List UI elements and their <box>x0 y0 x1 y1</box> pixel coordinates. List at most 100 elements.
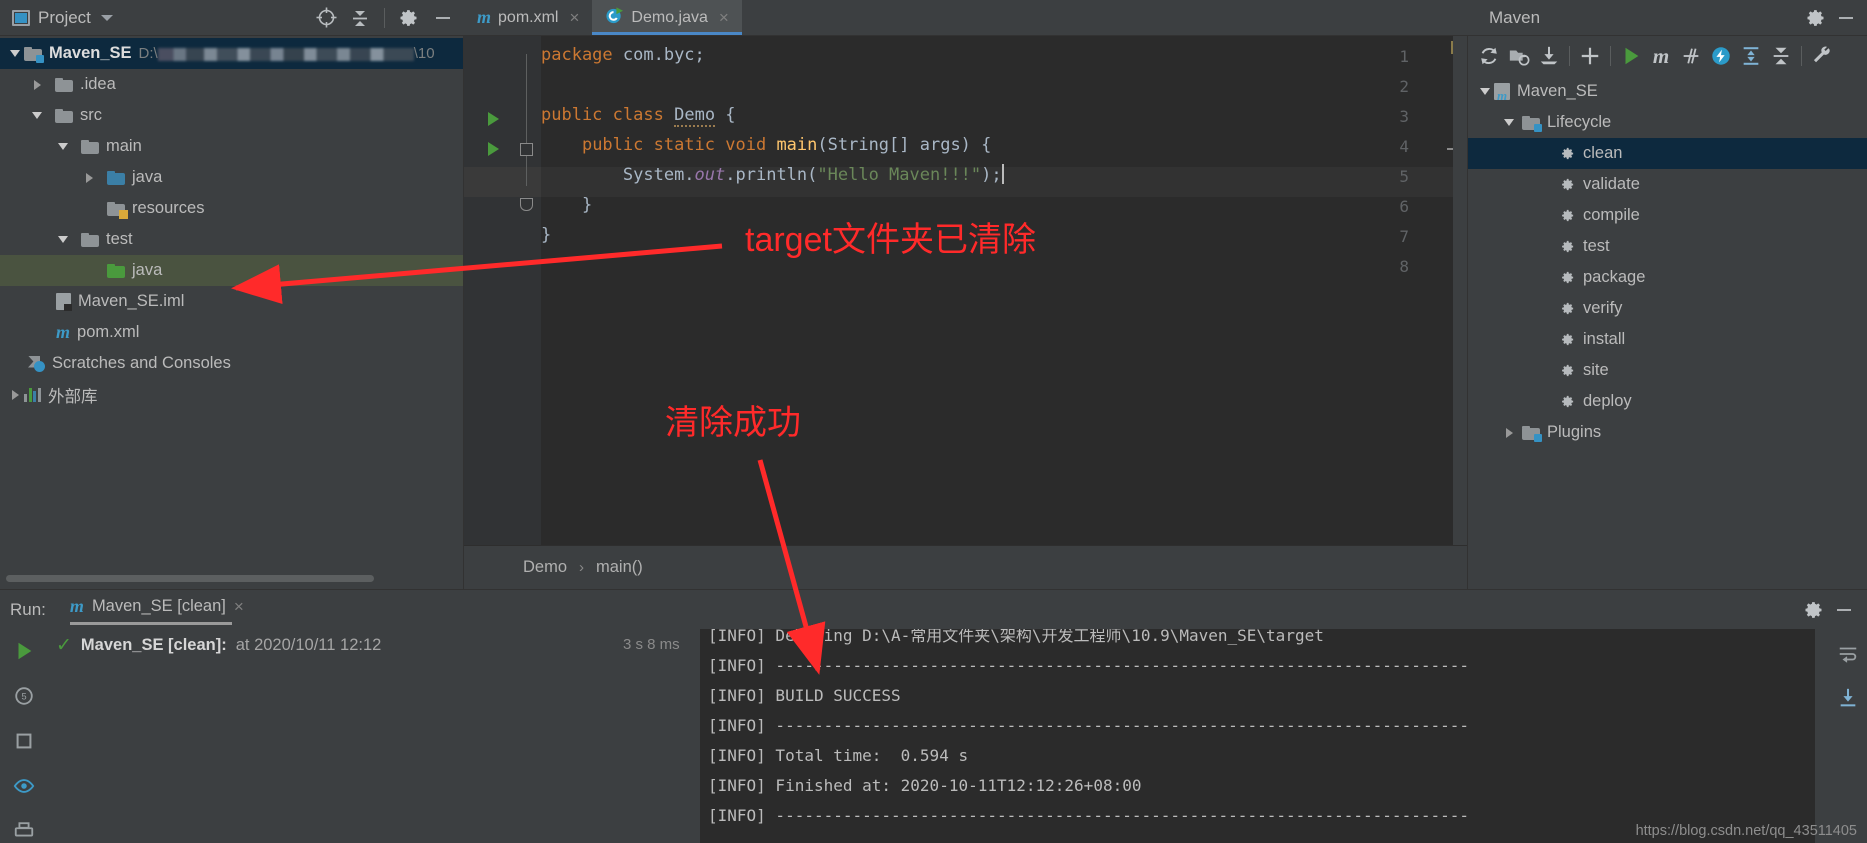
editor-tab-label: pom.xml <box>498 8 559 26</box>
collapse-all-icon[interactable] <box>1766 41 1796 71</box>
fold-collapse-icon[interactable] <box>520 143 533 156</box>
maven-goal-install[interactable]: install <box>1468 324 1867 355</box>
tree-item-idea[interactable]: .idea <box>0 69 463 100</box>
chevron-down-icon[interactable] <box>1476 88 1494 95</box>
chevron-down-icon[interactable] <box>54 143 72 150</box>
chevron-right-icon[interactable] <box>6 389 24 400</box>
watermark: https://blog.csdn.net/qq_43511405 <box>1635 823 1857 839</box>
scroll-to-end-icon[interactable] <box>1833 683 1863 713</box>
close-icon[interactable]: × <box>234 597 244 617</box>
tree-item-label: java <box>132 261 163 279</box>
tree-item-main[interactable]: main <box>0 131 463 162</box>
toolbar-divider <box>1801 46 1802 66</box>
expand-all-icon[interactable] <box>1736 41 1766 71</box>
tree-item-main-java[interactable]: java <box>0 162 463 193</box>
run-method-icon[interactable] <box>488 142 499 156</box>
execute-maven-goal-icon[interactable]: m <box>1646 41 1676 71</box>
editor-tab-pom-xml[interactable]: m pom.xml × <box>464 0 593 35</box>
maven-goal-verify[interactable]: verify <box>1468 293 1867 324</box>
settings-icon[interactable] <box>1799 595 1829 625</box>
editor-scrollbar[interactable] <box>1453 36 1467 545</box>
tree-item-pom-xml[interactable]: m pom.xml <box>0 317 463 348</box>
add-maven-project-icon[interactable] <box>1575 41 1605 71</box>
chevron-down-icon[interactable] <box>100 14 113 21</box>
maven-goal-compile[interactable]: compile <box>1468 200 1867 231</box>
tree-item-resources[interactable]: resources <box>0 193 463 224</box>
breadcrumb-item-main[interactable]: main() <box>596 558 643 577</box>
toggle-offline-mode-icon[interactable] <box>1706 41 1736 71</box>
maven-goal-validate[interactable]: validate <box>1468 169 1867 200</box>
close-icon[interactable]: × <box>719 8 729 28</box>
maven-goal-clean[interactable]: clean <box>1468 138 1867 169</box>
code-editor[interactable]: 1 2 3 4 5 6 7 8 package com.byc; public … <box>464 36 1467 545</box>
locate-icon[interactable] <box>311 3 341 33</box>
settings-icon[interactable] <box>394 3 424 33</box>
tree-item-scratches[interactable]: Scratches and Consoles <box>0 348 463 379</box>
chevron-down-icon[interactable] <box>28 112 46 119</box>
code-text[interactable]: package com.byc; public class Demo { pub… <box>541 36 1467 545</box>
hide-icon[interactable] <box>1829 595 1859 625</box>
tree-item-maven-se[interactable]: Maven_SE D:\ \10 <box>0 38 463 69</box>
breadcrumb: Demo › main() <box>464 545 1467 589</box>
maven-tree-item-label: site <box>1583 361 1609 379</box>
settings-icon[interactable] <box>1801 3 1831 33</box>
code-field-name: out <box>694 165 726 185</box>
maven-tree: m Maven_SE Lifecycle clean validate comp… <box>1468 76 1867 448</box>
run-tab-maven-se-clean[interactable]: m Maven_SE [clean] × <box>69 596 244 625</box>
maven-tree-item-maven-se[interactable]: m Maven_SE <box>1468 76 1867 107</box>
console-line: [INFO] Deleting D:\A-常用文件夹\架构\开发工程师\10.9… <box>708 629 1324 645</box>
fold-end-icon[interactable] <box>520 198 533 211</box>
console-output[interactable]: [INFO] Deleting D:\A-常用文件夹\架构\开发工程师\10.9… <box>700 629 1829 843</box>
chevron-down-icon[interactable] <box>6 50 24 57</box>
maven-tree-item-lifecycle[interactable]: Lifecycle <box>1468 107 1867 138</box>
console-line: [INFO] BUILD SUCCESS <box>708 686 901 705</box>
tree-item-src[interactable]: src <box>0 100 463 131</box>
maven-goal-test[interactable]: test <box>1468 231 1867 262</box>
stop-icon[interactable] <box>9 729 39 752</box>
tree-item-iml[interactable]: Maven_SE.iml <box>0 286 463 317</box>
chevron-down-icon[interactable] <box>54 236 72 243</box>
collapse-all-icon[interactable] <box>345 3 375 33</box>
maven-goal-package[interactable]: package <box>1468 262 1867 293</box>
idea-window: Project m pom.xml × Demo.java × Maven Ma… <box>0 0 1867 843</box>
chevron-right-icon[interactable] <box>1500 427 1518 438</box>
code-text-span: .println( <box>725 165 818 185</box>
hide-icon[interactable] <box>1831 3 1861 33</box>
code-text-span: (String[] args) { <box>817 135 992 155</box>
code-class-name: Demo <box>674 105 716 127</box>
close-icon[interactable]: × <box>569 8 579 28</box>
code-text-span: { <box>715 105 736 125</box>
reload-icon[interactable] <box>1474 41 1504 71</box>
rerun-failed-icon[interactable]: 5 <box>9 684 39 707</box>
chevron-down-icon[interactable] <box>1500 119 1518 126</box>
hide-icon[interactable] <box>428 3 458 33</box>
maven-goal-site[interactable]: site <box>1468 355 1867 386</box>
print-icon[interactable] <box>9 820 39 843</box>
toggle-auto-test-icon[interactable] <box>9 775 39 798</box>
run-class-icon[interactable] <box>488 112 499 126</box>
run-icon[interactable] <box>9 639 39 662</box>
editor-tab-label: Demo.java <box>631 8 708 26</box>
tree-item-external-libraries[interactable]: 外部库 <box>0 379 463 410</box>
breadcrumb-item-demo[interactable]: Demo <box>523 558 567 577</box>
add-managed-files-icon[interactable] <box>1504 41 1534 71</box>
editor-tab-demo-java[interactable]: Demo.java × <box>592 0 743 35</box>
iml-file-icon <box>56 293 72 311</box>
soft-wrap-icon[interactable] <box>1833 639 1863 669</box>
chevron-right-icon[interactable] <box>80 172 98 183</box>
editor-gutter[interactable] <box>464 36 541 545</box>
console-scrollbar[interactable] <box>1815 629 1829 843</box>
maven-goal-deploy[interactable]: deploy <box>1468 386 1867 417</box>
run-icon[interactable] <box>1616 41 1646 71</box>
toggle-skip-tests-icon[interactable] <box>1676 41 1706 71</box>
download-sources-icon[interactable] <box>1534 41 1564 71</box>
project-horizontal-scrollbar[interactable] <box>6 575 374 582</box>
top-bar: Project m pom.xml × Demo.java × Maven <box>0 0 1867 36</box>
tree-item-test[interactable]: test <box>0 224 463 255</box>
maven-tree-item-plugins[interactable]: Plugins <box>1468 417 1867 448</box>
tree-item-test-java[interactable]: java <box>0 255 463 286</box>
chevron-right-icon[interactable] <box>28 79 46 90</box>
run-result-row[interactable]: ✓ Maven_SE [clean]: at 2020/10/11 12:12 <box>56 634 381 657</box>
maven-goal-icon <box>1560 177 1575 192</box>
maven-settings-icon[interactable] <box>1807 41 1837 71</box>
